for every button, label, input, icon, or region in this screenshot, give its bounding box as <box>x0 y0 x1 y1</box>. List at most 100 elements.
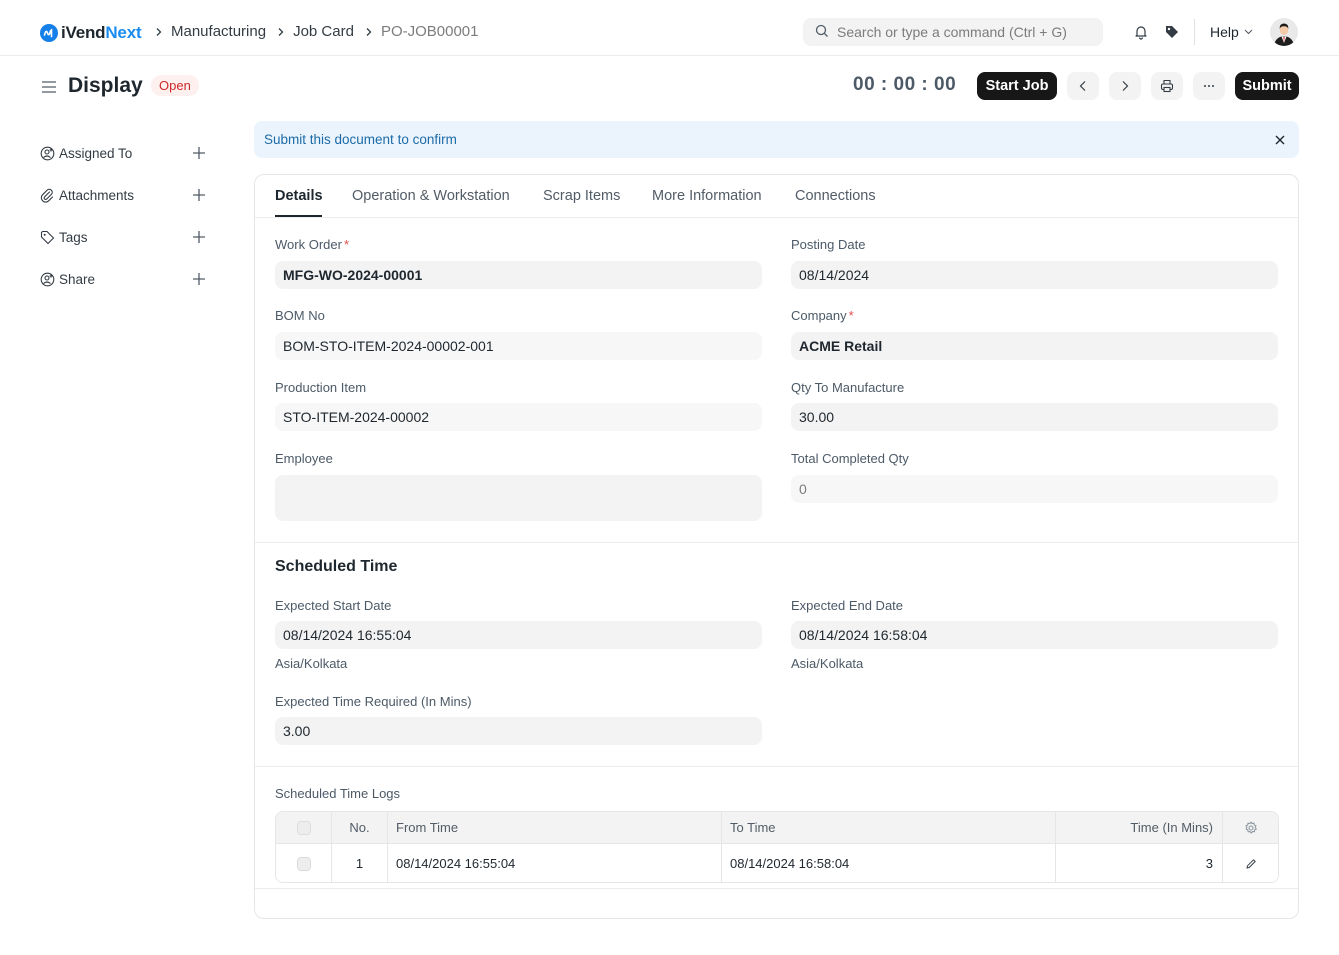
plus-icon[interactable] <box>192 272 206 286</box>
qty-to-manufacture-field[interactable]: 30.00 <box>791 403 1278 431</box>
avatar[interactable] <box>1270 18 1298 46</box>
plus-icon[interactable] <box>192 188 206 202</box>
table-row[interactable]: 1 08/14/2024 16:55:04 08/14/2024 16:58:0… <box>276 844 1278 882</box>
search-input[interactable] <box>837 24 1087 40</box>
breadcrumb-job-card[interactable]: Job Card <box>293 23 354 40</box>
search-icon <box>815 24 829 41</box>
bom-no-field[interactable]: BOM-STO-ITEM-2024-00002-001 <box>275 332 762 360</box>
previous-record-button[interactable] <box>1067 72 1099 100</box>
tab-more-information[interactable]: More Information <box>652 188 762 204</box>
assign-user-icon <box>40 146 55 160</box>
chevron-down-icon <box>1244 29 1253 35</box>
row-to-time[interactable]: 08/14/2024 16:58:04 <box>722 844 1056 882</box>
navbar: iVendNext Manufacturing Job Card PO-JOB0… <box>0 0 1339 56</box>
chevron-left-icon <box>1079 81 1086 91</box>
sidebar-toggle-icon[interactable] <box>40 78 58 96</box>
chevron-right-icon <box>277 27 285 37</box>
chevron-right-icon <box>365 27 373 37</box>
status-badge: Open <box>151 75 199 96</box>
production-item-field[interactable]: STO-ITEM-2024-00002 <box>275 403 762 431</box>
form-tabs: Details Operation & Workstation Scrap It… <box>255 175 1298 218</box>
chevron-right-icon <box>1122 81 1129 91</box>
end-timezone: Asia/Kolkata <box>791 656 864 671</box>
company-label: Company * <box>791 308 854 323</box>
brand-logo[interactable]: iVendNext <box>40 22 142 44</box>
column-header-time-in-mins: Time (In Mins) <box>1056 812 1223 843</box>
expected-time-required-label: Expected Time Required (In Mins) <box>275 694 472 709</box>
gear-icon <box>1245 821 1257 833</box>
tab-connections[interactable]: Connections <box>795 188 876 204</box>
row-from-time[interactable]: 08/14/2024 16:55:04 <box>388 844 722 882</box>
tab-details[interactable]: Details <box>275 188 323 204</box>
tag-icon[interactable] <box>1162 22 1182 42</box>
sidebar-item-label: Attachments <box>59 187 135 203</box>
submit-alert: Submit this document to confirm <box>254 121 1299 158</box>
help-label: Help <box>1210 24 1239 40</box>
tab-operation-workstation[interactable]: Operation & Workstation <box>352 188 510 204</box>
sidebar-item-tags[interactable]: Tags <box>40 216 206 258</box>
next-record-button[interactable] <box>1109 72 1141 100</box>
print-button[interactable] <box>1151 72 1183 100</box>
navbar-divider <box>1194 19 1195 45</box>
total-completed-qty-field: 0 <box>791 475 1278 503</box>
company-field[interactable]: ACME Retail <box>791 332 1278 360</box>
tab-scrap-items[interactable]: Scrap Items <box>543 188 620 204</box>
scheduled-time-heading: Scheduled Time <box>275 558 398 575</box>
qty-to-manufacture-label: Qty To Manufacture <box>791 380 905 395</box>
close-icon[interactable] <box>1273 133 1287 147</box>
sidebar-item-label: Share <box>59 271 96 287</box>
breadcrumb-current[interactable]: PO-JOB00001 <box>381 23 479 40</box>
search-bar[interactable] <box>803 18 1103 46</box>
row-checkbox[interactable] <box>296 856 311 871</box>
share-user-icon <box>40 272 55 286</box>
plus-icon[interactable] <box>192 146 206 160</box>
help-dropdown[interactable]: Help <box>1210 24 1253 40</box>
job-timer: 00 : 00 : 00 <box>853 74 957 95</box>
page-title: Display <box>68 74 143 97</box>
sidebar-item-share[interactable]: Share <box>40 258 206 300</box>
sidebar-item-label: Assigned To <box>59 145 133 161</box>
work-order-label: Work Order * <box>275 237 349 252</box>
logo-icon <box>40 24 58 42</box>
submit-button[interactable]: Submit <box>1235 72 1299 100</box>
start-timezone: Asia/Kolkata <box>275 656 348 671</box>
section-divider <box>255 542 1298 543</box>
expected-end-date-label: Expected End Date <box>791 598 904 613</box>
total-completed-qty-label: Total Completed Qty <box>791 451 909 466</box>
printer-icon <box>1160 79 1174 93</box>
sidebar-item-label: Tags <box>59 229 88 245</box>
tag-icon <box>40 230 55 244</box>
column-header-from-time: From Time <box>388 812 722 843</box>
alert-message: Submit this document to confirm <box>264 132 457 147</box>
work-order-field[interactable]: MFG-WO-2024-00001 <box>275 261 762 289</box>
sidebar-item-assigned-to[interactable]: Assigned To <box>40 132 206 174</box>
brand-name: iVendNext <box>61 23 142 42</box>
expected-end-date-field[interactable]: 08/14/2024 16:58:04 <box>791 621 1278 649</box>
row-edit-button[interactable] <box>1223 844 1278 882</box>
bom-no-label: BOM No <box>275 308 325 323</box>
employee-field[interactable] <box>275 475 762 521</box>
select-all-checkbox[interactable] <box>296 820 311 835</box>
expected-time-required-field[interactable]: 3.00 <box>275 717 762 745</box>
production-item-label: Production Item <box>275 380 367 395</box>
bell-icon[interactable] <box>1131 22 1151 42</box>
expected-start-date-field[interactable]: 08/14/2024 16:55:04 <box>275 621 762 649</box>
row-no: 1 <box>332 844 388 882</box>
expected-start-date-label: Expected Start Date <box>275 598 392 613</box>
chevron-right-icon <box>155 27 163 37</box>
breadcrumb-manufacturing[interactable]: Manufacturing <box>171 23 266 40</box>
form-sidebar: Assigned To Attachments Tags Share <box>40 132 206 300</box>
sidebar-item-attachments[interactable]: Attachments <box>40 174 206 216</box>
row-time-in-mins[interactable]: 3 <box>1056 844 1223 882</box>
table-header: No. From Time To Time Time (In Mins) <box>276 812 1278 844</box>
posting-date-label: Posting Date <box>791 237 866 252</box>
time-logs-table: No. From Time To Time Time (In Mins) 1 0… <box>275 811 1279 883</box>
posting-date-field[interactable]: 08/14/2024 <box>791 261 1278 289</box>
start-job-button[interactable]: Start Job <box>977 72 1057 100</box>
column-header-to-time: To Time <box>722 812 1056 843</box>
time-logs-label: Scheduled Time Logs <box>275 786 401 801</box>
section-divider <box>255 888 1298 889</box>
plus-icon[interactable] <box>192 230 206 244</box>
more-actions-button[interactable] <box>1193 72 1225 100</box>
column-settings-button[interactable] <box>1223 812 1278 843</box>
